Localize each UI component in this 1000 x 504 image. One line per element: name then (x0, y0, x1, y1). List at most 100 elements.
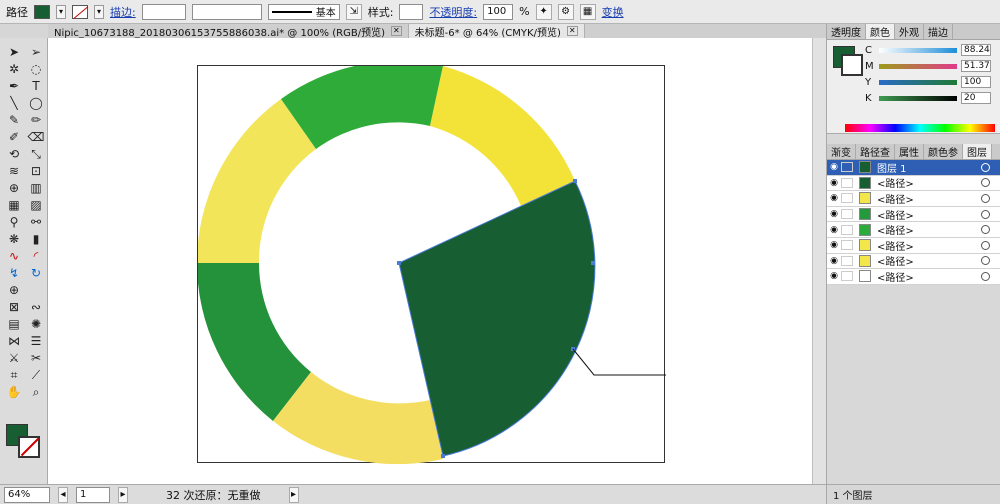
k-value[interactable]: 20 (961, 92, 991, 104)
align-icon[interactable]: ▦ (579, 3, 596, 20)
donut-artwork[interactable] (196, 61, 666, 465)
anchor-point[interactable] (397, 261, 401, 265)
gradient-tool-icon[interactable]: ▨ (26, 197, 46, 213)
path-row[interactable]: ◉ <路径> (827, 176, 1000, 192)
slice-tool-icon[interactable]: ∾ (26, 299, 46, 315)
opacity-input[interactable]: 100 (483, 3, 514, 20)
blob-brush-icon[interactable]: ✐ (4, 129, 24, 145)
reshape-tool-icon[interactable]: ↻ (26, 265, 46, 281)
path-row[interactable]: ◉ <路径> (827, 207, 1000, 223)
eraser-tool-icon[interactable]: ⌫ (26, 129, 46, 145)
eyedropper-icon[interactable]: ⚲ (4, 214, 24, 230)
eye-icon[interactable]: ◉ (827, 240, 841, 250)
target-icon[interactable] (981, 178, 990, 188)
stroke-link[interactable]: 描边: (110, 4, 136, 20)
gear-icon[interactable]: ⚙ (557, 3, 574, 20)
measure-tool-icon[interactable]: ⟋ (26, 367, 46, 383)
warp-tool-icon[interactable]: ≋ (4, 163, 24, 179)
k-slider-track[interactable] (879, 95, 957, 101)
chart-tool-icon[interactable]: ▤ (4, 316, 24, 332)
opacity-link[interactable]: 不透明度: (429, 4, 477, 20)
ring-segment-yellow-top-right[interactable] (430, 66, 575, 206)
tab-transparency[interactable]: 透明度 (827, 24, 866, 39)
transform-link[interactable]: 变换 (602, 4, 624, 20)
mesh-tool-icon[interactable]: ▦ (4, 197, 24, 213)
stroke-weight-input[interactable] (141, 3, 186, 20)
artboard-tool-icon[interactable]: ⊠ (4, 299, 24, 315)
column-graph-icon[interactable]: ▮ (26, 231, 46, 247)
c-value[interactable]: 88.24 (961, 44, 991, 56)
tab-nipic[interactable]: Nipic_10673188_20180306153755886038.ai* … (48, 24, 409, 39)
perspective-grid-icon[interactable]: ▥ (26, 180, 46, 196)
artboard[interactable] (196, 61, 666, 465)
tab-pathfinder[interactable]: 路径查 (856, 144, 895, 159)
tab-color-guide[interactable]: 颜色参 (924, 144, 963, 159)
list-tool-icon[interactable]: ☰ (26, 333, 46, 349)
anchor-point[interactable] (591, 261, 595, 265)
target-icon[interactable] (981, 225, 990, 235)
eye-icon[interactable]: ◉ (827, 178, 841, 188)
rotate-tool-icon[interactable]: ⟲ (4, 146, 24, 162)
hand-tool-icon[interactable]: ✋ (4, 384, 24, 400)
direct-selection-tool-icon[interactable]: ➢ (26, 44, 46, 60)
path-row[interactable]: ◉ <路径> (827, 269, 1000, 285)
eye-icon[interactable]: ◉ (827, 162, 841, 172)
target-icon[interactable] (981, 193, 990, 203)
prev-artboard-icon[interactable]: ◂ (58, 486, 68, 503)
c-slider-track[interactable] (879, 47, 957, 53)
type-tool-icon[interactable]: T (26, 78, 46, 94)
brush-definition-select[interactable]: 基本 (267, 3, 340, 20)
layer-row-1[interactable]: ◉ 图层 1 (827, 160, 1000, 176)
artboard-select[interactable]: 1 (76, 486, 110, 503)
document-canvas[interactable] (48, 38, 826, 484)
lock-toggle[interactable] (841, 240, 853, 251)
free-transform-icon[interactable]: ⊡ (26, 163, 46, 179)
anchor-point[interactable] (573, 179, 577, 183)
tab-color[interactable]: 颜色 (866, 24, 895, 39)
lock-toggle[interactable] (841, 162, 853, 173)
lock-toggle[interactable] (841, 193, 853, 204)
blend-tool-icon[interactable]: ⚯ (26, 214, 46, 230)
target-icon[interactable] (981, 162, 990, 172)
close-icon[interactable]: ✕ (566, 26, 578, 36)
color-spectrum[interactable] (845, 124, 995, 132)
target-icon[interactable]: ⊕ (4, 282, 24, 298)
zoom-select[interactable]: 64% (4, 486, 50, 503)
lock-toggle[interactable] (841, 255, 853, 266)
stroke-color-box[interactable] (18, 436, 40, 458)
anchor-point[interactable] (441, 454, 445, 458)
lock-toggle[interactable] (841, 271, 853, 282)
flare-tool-icon[interactable]: ✺ (26, 316, 46, 332)
next-artboard-icon[interactable]: ▸ (118, 486, 128, 503)
m-slider-track[interactable] (879, 63, 957, 69)
knife-tool-icon[interactable]: ⚔ (4, 350, 24, 366)
scale-tool-icon[interactable]: ⤡ (26, 146, 46, 162)
slider-y[interactable]: Y 100 (865, 76, 991, 88)
target-icon[interactable] (981, 271, 990, 281)
shape-builder-icon[interactable]: ⊕ (4, 180, 24, 196)
ellipse-tool-icon[interactable]: ◯ (26, 95, 46, 111)
scissors-tool-icon[interactable]: ✂ (26, 350, 46, 366)
selection-tool-icon[interactable]: ➤ (4, 44, 24, 60)
line-tool-icon[interactable]: ╲ (4, 95, 24, 111)
slider-k[interactable]: K 20 (865, 92, 991, 104)
tab-appearance[interactable]: 外观 (895, 24, 924, 39)
tab-stroke[interactable]: 描边 (924, 24, 953, 39)
magic-wand-icon[interactable]: ✲ (4, 61, 24, 77)
symbol-sprayer-icon[interactable]: ❋ (4, 231, 24, 247)
lasso-tool-icon[interactable]: ◌ (26, 61, 46, 77)
stroke-dropdown-icon[interactable]: ▾ (94, 4, 104, 19)
tab-untitled-6[interactable]: 未标题-6* @ 64% (CMYK/预览) ✕ (408, 24, 585, 39)
y-value[interactable]: 100 (961, 76, 991, 88)
target-icon[interactable] (981, 240, 990, 250)
eye-icon[interactable]: ◉ (827, 256, 841, 266)
fill-dropdown-icon[interactable]: ▾ (56, 4, 66, 19)
smooth-tool-icon[interactable]: ↯ (4, 265, 24, 281)
eye-icon[interactable]: ◉ (827, 225, 841, 235)
fill-swatch[interactable] (34, 4, 50, 19)
eye-icon[interactable]: ◉ (827, 271, 841, 281)
eye-icon[interactable]: ◉ (827, 193, 841, 203)
tab-attributes[interactable]: 属性 (895, 144, 924, 159)
arc-tool-icon[interactable]: ◜ (26, 248, 46, 264)
target-icon[interactable] (981, 256, 990, 266)
